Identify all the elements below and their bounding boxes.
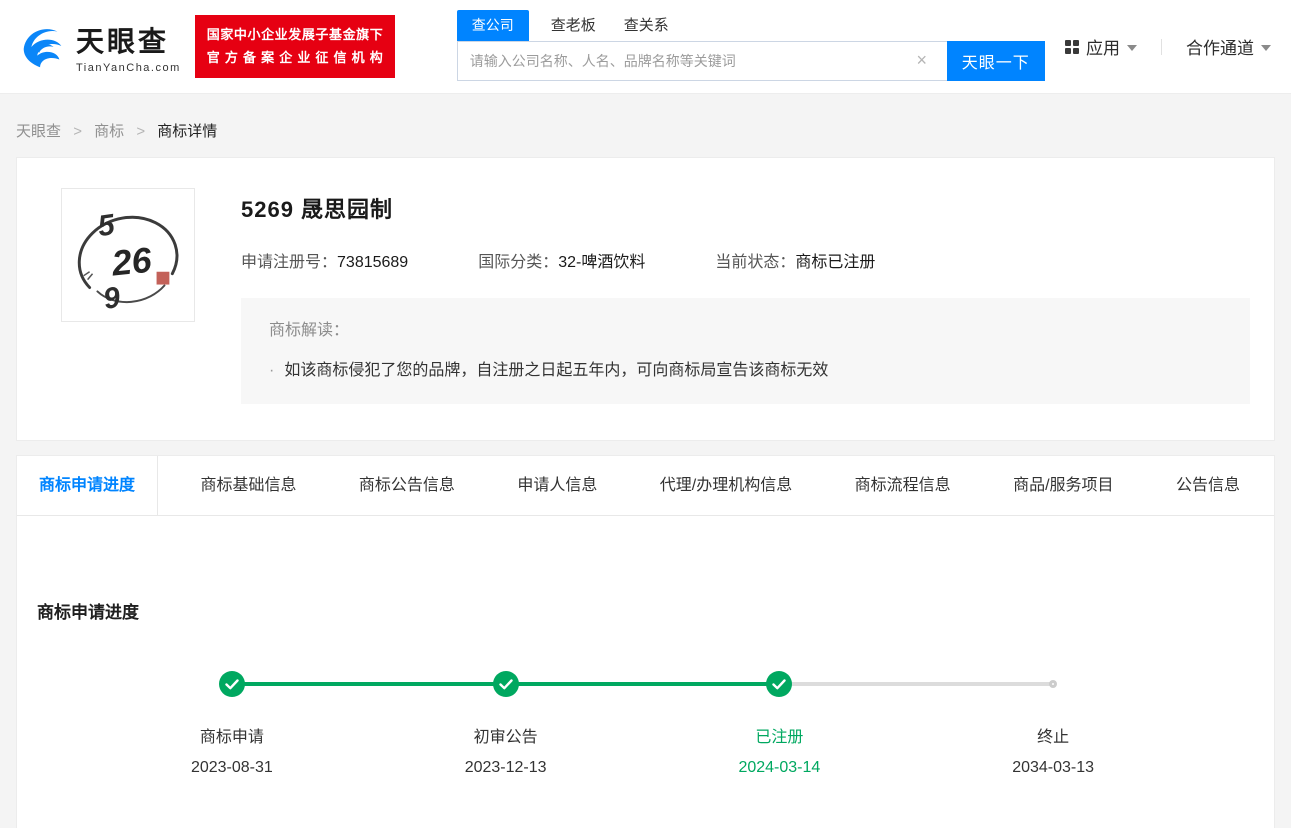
- cooperation-menu-label: 合作通道: [1186, 34, 1254, 59]
- step-application: 商标申请 2023-08-31: [95, 671, 369, 777]
- detail-tabs: 商标申请进度 商标基础信息 商标公告信息 申请人信息 代理/办理机构信息 商标流…: [17, 456, 1274, 516]
- trademark-interpretation: 商标解读： · 如该商标侵犯了您的品牌，自注册之日起五年内，可向商标局宣告该商标无…: [241, 298, 1250, 404]
- breadcrumb-separator: >: [136, 123, 145, 140]
- chevron-down-icon: [1261, 45, 1271, 51]
- search-tab-company[interactable]: 查公司: [457, 10, 529, 41]
- trademark-summary-card: 5 26 9 5269 晟思园制 申请注册号：73815689 国际分类：32-…: [16, 157, 1275, 441]
- step-registered: 已注册 2024-03-14: [643, 671, 917, 777]
- breadcrumb-home[interactable]: 天眼查: [16, 123, 61, 140]
- breadcrumb-current: 商标详情: [157, 123, 217, 140]
- pending-circle-icon: [1049, 680, 1057, 688]
- mark-digit-9: 9: [101, 281, 123, 316]
- step-label: 已注册: [643, 723, 917, 747]
- interpretation-item: · 如该商标侵犯了您的品牌，自注册之日起五年内，可向商标局宣告该商标无效: [269, 356, 1222, 380]
- field-current-status: 当前状态：商标已注册: [715, 248, 875, 272]
- tab-agency-info[interactable]: 代理/办理机构信息: [640, 456, 812, 515]
- step-termination: 终止 2034-03-13: [916, 671, 1190, 777]
- progress-stepper: 商标申请 2023-08-31 初审公告 2023-12-13 已注册 2024…: [17, 671, 1274, 777]
- field-label: 申请注册号：: [241, 254, 337, 271]
- step-label: 终止: [916, 723, 1190, 747]
- seal-mark: [157, 272, 170, 285]
- chevron-down-icon: [1127, 45, 1137, 51]
- logo[interactable]: 天眼查 TianYanCha.com: [16, 20, 181, 74]
- trademark-fields: 申请注册号：73815689 国际分类：32-啤酒饮料 当前状态：商标已注册: [241, 248, 1250, 272]
- step-label: 商标申请: [95, 723, 369, 747]
- breadcrumb-separator: >: [73, 123, 82, 140]
- site-header: 天眼查 TianYanCha.com 国家中小企业发展子基金旗下 官方备案企业征…: [0, 0, 1291, 94]
- clear-icon[interactable]: ×: [909, 41, 935, 81]
- interpretation-title: 商标解读：: [269, 316, 1222, 340]
- step-label: 初审公告: [369, 723, 643, 747]
- field-value: 32-啤酒饮料: [558, 254, 645, 271]
- breadcrumb: 天眼查 > 商标 > 商标详情: [0, 94, 1291, 157]
- step-date: 2023-08-31: [95, 759, 369, 777]
- trademark-detail-card: 商标申请进度 商标基础信息 商标公告信息 申请人信息 代理/办理机构信息 商标流…: [16, 455, 1275, 828]
- field-international-class: 国际分类：32-啤酒饮料: [478, 248, 645, 272]
- bullet-icon: ·: [269, 362, 274, 379]
- logo-brand: 天眼查: [76, 20, 181, 60]
- mark-digit-26: 26: [109, 240, 154, 284]
- trademark-image: 5 26 9: [61, 188, 195, 322]
- search-area: 查公司 查老板 查关系 × 天眼一下: [457, 13, 1045, 81]
- search-tab-boss[interactable]: 查老板: [551, 14, 596, 41]
- search-button[interactable]: 天眼一下: [947, 41, 1045, 81]
- search-box: × 天眼一下: [457, 41, 1045, 81]
- certification-badge-line1: 国家中小企业发展子基金旗下: [207, 24, 383, 47]
- apps-grid-icon: [1065, 40, 1079, 54]
- trademark-title: 5269 晟思园制: [241, 192, 1250, 224]
- breadcrumb-trademark[interactable]: 商标: [94, 123, 124, 140]
- tab-goods-services[interactable]: 商品/服务项目: [993, 456, 1133, 515]
- step-date: 2034-03-13: [916, 759, 1190, 777]
- check-icon: [493, 671, 519, 697]
- step-date: 2024-03-14: [643, 759, 917, 777]
- tab-applicant-info[interactable]: 申请人信息: [497, 456, 617, 515]
- step-date: 2023-12-13: [369, 759, 643, 777]
- tab-public-notice[interactable]: 公告信息: [1156, 456, 1260, 515]
- field-label: 国际分类：: [478, 254, 558, 271]
- check-icon: [766, 671, 792, 697]
- certification-badge-line2: 官方备案企业征信机构: [207, 47, 383, 70]
- tianyancha-logo-icon: [16, 20, 70, 74]
- logo-text: 天眼查 TianYanCha.com: [76, 20, 181, 74]
- certification-badge: 国家中小企业发展子基金旗下 官方备案企业征信机构: [195, 15, 395, 79]
- tab-announcement-info[interactable]: 商标公告信息: [339, 456, 475, 515]
- field-value: 商标已注册: [795, 254, 875, 271]
- apps-menu[interactable]: 应用: [1065, 34, 1137, 59]
- logo-domain: TianYanCha.com: [76, 62, 181, 74]
- search-input[interactable]: [457, 41, 947, 81]
- tab-process-info[interactable]: 商标流程信息: [835, 456, 971, 515]
- mark-digit-5: 5: [96, 208, 117, 243]
- field-value: 73815689: [337, 254, 408, 271]
- field-label: 当前状态：: [715, 254, 795, 271]
- cooperation-menu[interactable]: 合作通道: [1186, 34, 1271, 59]
- interpretation-text: 如该商标侵犯了您的品牌，自注册之日起五年内，可向商标局宣告该商标无效: [284, 362, 828, 379]
- field-registration-number: 申请注册号：73815689: [241, 248, 408, 272]
- check-icon: [219, 671, 245, 697]
- trademark-info: 5269 晟思园制 申请注册号：73815689 国际分类：32-啤酒饮料 当前…: [241, 188, 1262, 404]
- tab-basic-info[interactable]: 商标基础信息: [180, 456, 316, 515]
- step-preliminary-announcement: 初审公告 2023-12-13: [369, 671, 643, 777]
- progress-section-title: 商标申请进度: [37, 598, 1274, 623]
- search-tab-relation[interactable]: 查关系: [624, 14, 669, 41]
- apps-menu-label: 应用: [1086, 34, 1120, 59]
- header-nav: 应用 合作通道: [1065, 34, 1271, 59]
- search-tabs: 查公司 查老板 查关系: [457, 13, 1045, 41]
- tab-application-progress[interactable]: 商标申请进度: [17, 456, 158, 515]
- nav-divider: [1161, 39, 1162, 55]
